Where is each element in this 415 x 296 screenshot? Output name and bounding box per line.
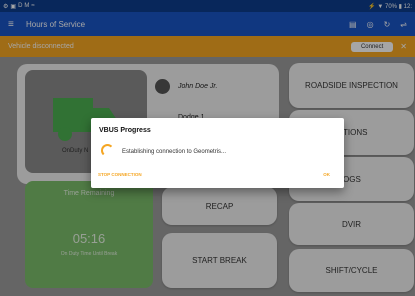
dialog-message: Establishing connection to Geometris... (122, 149, 227, 155)
loading-spinner-icon (101, 144, 114, 157)
ok-button[interactable]: OK (323, 172, 330, 177)
dialog-title: VBUS Progress (99, 127, 151, 134)
stop-connection-button[interactable]: STOP CONNECTION (98, 172, 142, 177)
vbus-progress-dialog: VBUS Progress Establishing connection to… (91, 118, 344, 188)
